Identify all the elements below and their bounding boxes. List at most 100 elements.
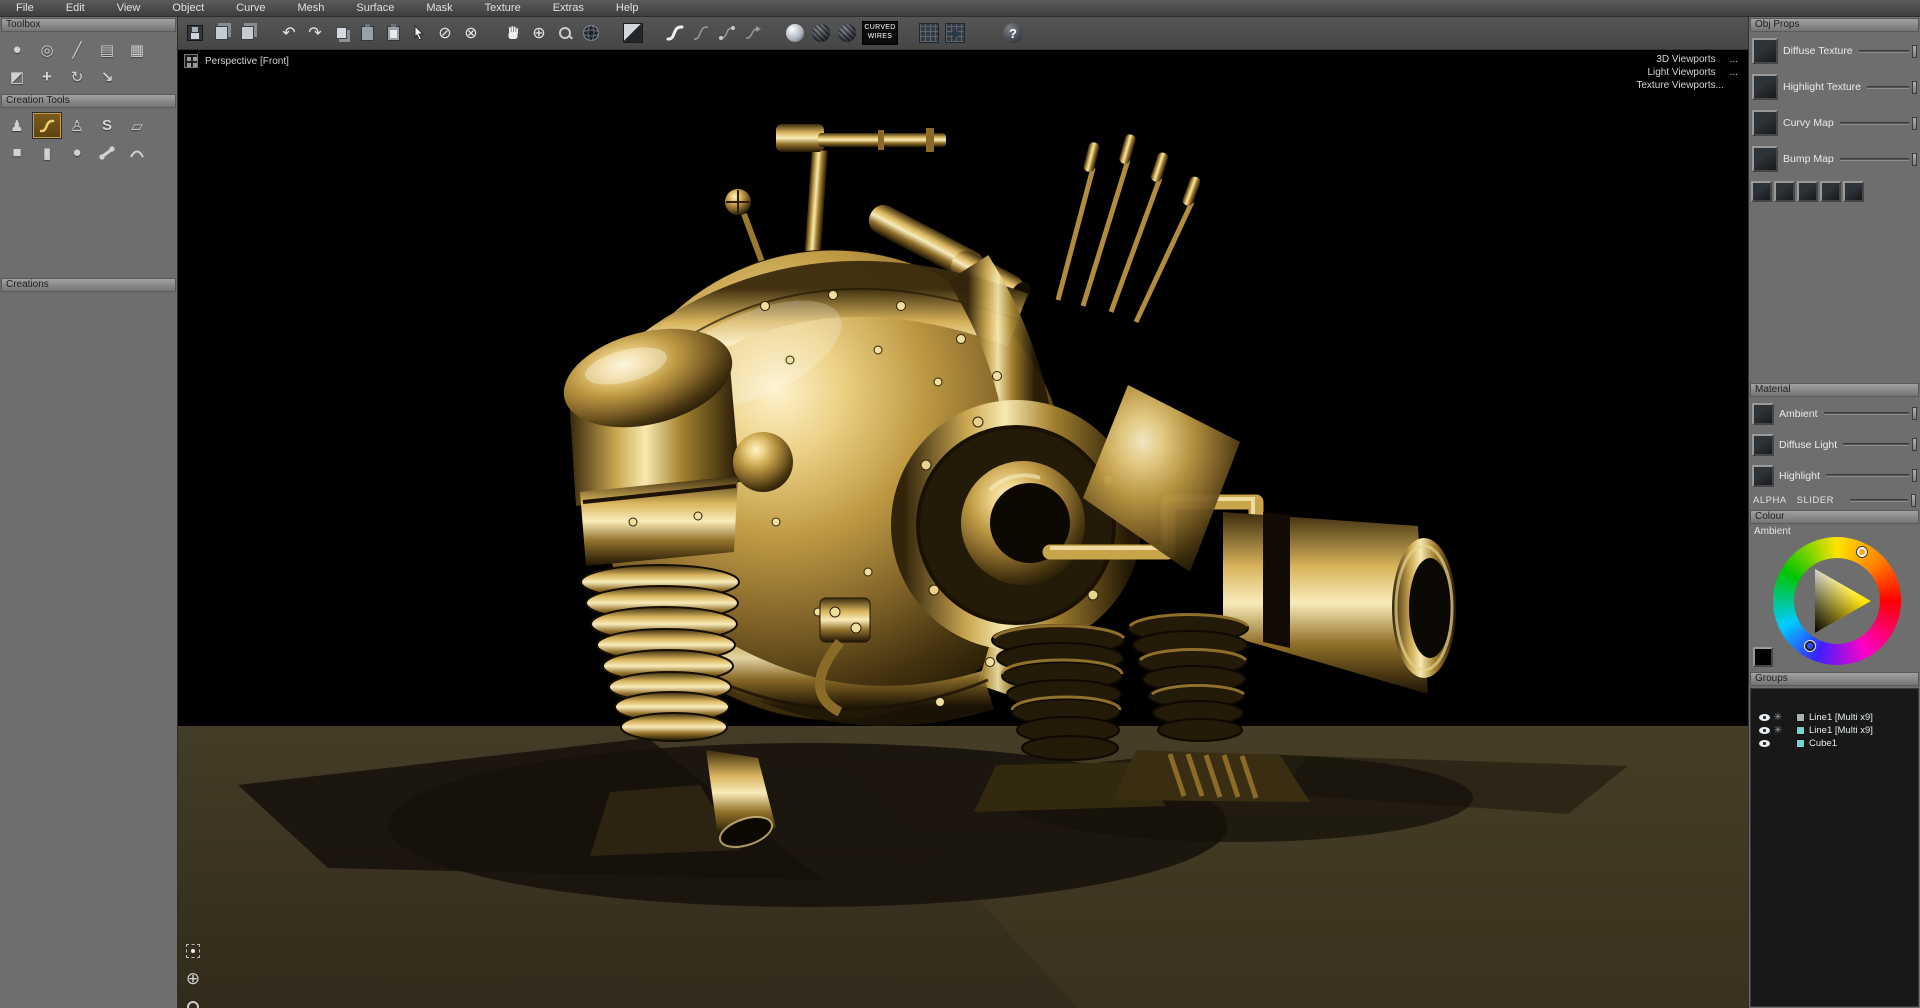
viewport-3d[interactable]: Perspective [Front] 3D Viewports... Ligh… <box>178 50 1748 1008</box>
curvy-map-slider-handle[interactable] <box>1912 117 1917 130</box>
pan-button[interactable] <box>500 20 526 46</box>
cube-primitive-button[interactable]: ■ <box>2 139 32 166</box>
s-curve-primitive-button[interactable]: S <box>92 112 122 139</box>
diffuse-light-slider-handle[interactable] <box>1912 438 1917 451</box>
translate-tool-button[interactable]: + <box>32 63 62 90</box>
copy-button[interactable] <box>328 20 354 46</box>
bump-map-slider[interactable] <box>1840 158 1909 161</box>
paste-special-button[interactable] <box>380 20 406 46</box>
image-tool-button[interactable]: ▦ <box>122 36 152 63</box>
menu-mask[interactable]: Mask <box>410 2 468 14</box>
diffuse-light-thumbnail[interactable] <box>1752 434 1774 456</box>
menu-view[interactable]: View <box>101 2 157 14</box>
group-row-cube1[interactable]: ✳ Cube1 <box>1751 737 1918 749</box>
bone-primitive-button[interactable] <box>92 139 122 166</box>
menu-file[interactable]: File <box>0 2 50 14</box>
curve-points-button[interactable] <box>714 20 740 46</box>
menu-texture[interactable]: Texture <box>469 2 537 14</box>
viewport-layout-icon[interactable] <box>184 54 198 68</box>
cylinder-primitive-button[interactable]: ▮ <box>32 139 62 166</box>
help-button[interactable]: ? <box>1000 20 1026 46</box>
mask-off-button[interactable]: ⊘ <box>432 20 458 46</box>
cube-tool-button[interactable]: ◩ <box>2 63 32 90</box>
highlight-texture-slider-handle[interactable] <box>1912 81 1917 94</box>
bump-map-slider-handle[interactable] <box>1912 153 1917 166</box>
highlight-slider-handle[interactable] <box>1912 469 1917 482</box>
draw-curve-button[interactable] <box>662 20 688 46</box>
grid-plane-button[interactable]: ◆ <box>942 20 968 46</box>
texture-preview-3[interactable] <box>1797 181 1818 202</box>
edit-curve-button[interactable] <box>688 20 714 46</box>
highlight-slider[interactable] <box>1826 474 1909 477</box>
texture-preview-2[interactable] <box>1774 181 1795 202</box>
visibility-icon[interactable] <box>1759 714 1770 721</box>
alpha-slider[interactable] <box>1850 499 1908 502</box>
saturation-triangle[interactable] <box>1793 557 1881 645</box>
alpha-slider-handle[interactable] <box>1911 494 1916 507</box>
texture-preview-5[interactable] <box>1843 181 1864 202</box>
group-row-line1-b[interactable]: ✳ Line1 [Multi x9] <box>1751 724 1918 736</box>
texture-preview-4[interactable] <box>1820 181 1841 202</box>
wire-shade-view-button[interactable] <box>834 20 860 46</box>
viewport-pan-button[interactable]: ⊕ <box>184 970 202 988</box>
menu-object[interactable]: Object <box>156 2 220 14</box>
link-light-viewports[interactable]: Light Viewports... <box>1636 66 1738 79</box>
link-texture-viewports[interactable]: Texture Viewports... <box>1636 79 1738 92</box>
figure-primitive-button[interactable]: ♟ <box>2 112 32 139</box>
texture-preview-1[interactable] <box>1751 181 1772 202</box>
group-row-line1-a[interactable]: ✳ Line1 [Multi x9] <box>1751 711 1918 723</box>
visibility-icon[interactable] <box>1759 727 1770 734</box>
plane-primitive-button[interactable]: ▱ <box>122 112 152 139</box>
curved-wires-button[interactable]: CURVED WIRES <box>860 20 900 46</box>
save-button[interactable] <box>182 20 208 46</box>
sphere-tool-button[interactable]: ● <box>2 36 32 63</box>
menu-mesh[interactable]: Mesh <box>282 2 341 14</box>
curvy-map-slider[interactable] <box>1840 122 1909 125</box>
curve-extend-button[interactable] <box>740 20 766 46</box>
scale-tool-button[interactable]: ↘ <box>92 63 122 90</box>
arc-primitive-button[interactable] <box>122 139 152 166</box>
textured-view-button[interactable] <box>808 20 834 46</box>
paste-button[interactable] <box>354 20 380 46</box>
freeze-icon[interactable]: ✳ <box>1772 712 1784 723</box>
torus-tool-button[interactable]: ◎ <box>32 36 62 63</box>
saturation-handle[interactable] <box>1805 641 1815 651</box>
diffuse-light-slider[interactable] <box>1843 443 1909 446</box>
menu-help[interactable]: Help <box>600 2 655 14</box>
redo-button[interactable]: ↷ <box>302 20 328 46</box>
ambient-slider-handle[interactable] <box>1912 407 1917 420</box>
menu-edit[interactable]: Edit <box>50 2 101 14</box>
viewport-select-button[interactable] <box>184 942 202 960</box>
diffuse-texture-slider[interactable] <box>1859 50 1909 53</box>
menu-extras[interactable]: Extras <box>537 2 600 14</box>
lathe-primitive-button[interactable]: ♙ <box>62 112 92 139</box>
hue-handle[interactable] <box>1857 547 1867 557</box>
levels-tool-button[interactable]: ▤ <box>92 36 122 63</box>
bump-map-thumbnail[interactable] <box>1752 146 1778 172</box>
highlight-texture-slider[interactable] <box>1867 86 1909 89</box>
link-3d-viewports[interactable]: 3D Viewports... <box>1636 53 1738 66</box>
curvy-map-thumbnail[interactable] <box>1752 110 1778 136</box>
menu-curve[interactable]: Curve <box>220 2 281 14</box>
undo-button[interactable]: ↶ <box>276 20 302 46</box>
rotate-tool-button[interactable]: ↻ <box>62 63 92 90</box>
slice-tool-button[interactable]: ╱ <box>62 36 92 63</box>
open-button[interactable] <box>208 20 234 46</box>
cancel-button[interactable]: ⊗ <box>458 20 484 46</box>
ambient-slider[interactable] <box>1824 412 1909 415</box>
menu-surface[interactable]: Surface <box>340 2 410 14</box>
grid-toggle-button[interactable] <box>916 20 942 46</box>
freeze-icon[interactable]: ✳ <box>1772 725 1784 736</box>
diffuse-texture-slider-handle[interactable] <box>1912 45 1917 58</box>
viewport-zoom-button[interactable] <box>184 998 202 1008</box>
orbit-button[interactable]: ⊕ <box>526 20 552 46</box>
visibility-icon[interactable] <box>1759 740 1770 747</box>
import-button[interactable] <box>234 20 260 46</box>
shaded-view-button[interactable] <box>782 20 808 46</box>
wireframe-button[interactable] <box>578 20 604 46</box>
highlight-texture-thumbnail[interactable] <box>1752 74 1778 100</box>
current-colour-swatch[interactable] <box>1753 647 1773 667</box>
select-button[interactable] <box>406 20 432 46</box>
sphere-primitive-button[interactable]: ● <box>62 139 92 166</box>
surface-slope-button[interactable] <box>620 20 646 46</box>
